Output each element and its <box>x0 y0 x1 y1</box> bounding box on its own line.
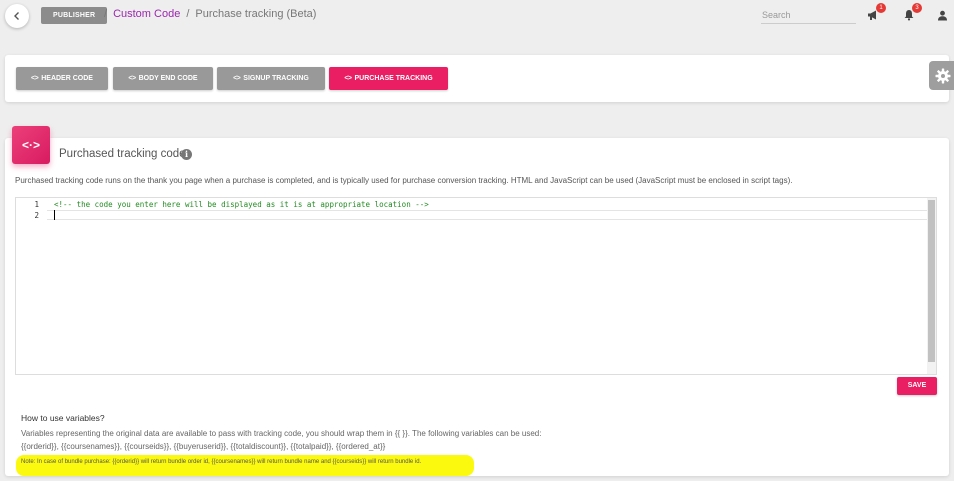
card-description: Purchased tracking code runs on the than… <box>15 176 793 185</box>
variables-list: {{orderid}}, {{coursenames}}, {{courseid… <box>21 442 386 451</box>
code-icon: <> <box>31 75 39 82</box>
tab-purchase-tracking[interactable]: <> PURCHASE TRACKING <box>329 67 448 90</box>
bundle-purchase-note: Note: In case of bundle purchase: {{orde… <box>16 455 474 476</box>
notification-badge: 1 <box>876 3 886 13</box>
tab-label: HEADER CODE <box>41 75 93 82</box>
code-line: <!-- the code you enter here will be dis… <box>54 200 429 209</box>
tab-label: PURCHASE TRACKING <box>354 75 433 82</box>
tab-header-code[interactable]: <> HEADER CODE <box>16 67 108 90</box>
line-number: 2 <box>34 211 39 220</box>
code-icon: <·> <box>12 126 50 164</box>
tab-label: BODY END CODE <box>138 75 198 82</box>
code-icon: <> <box>128 75 136 82</box>
active-line-highlight <box>47 210 927 220</box>
announcements-button[interactable]: 1 <box>866 3 886 22</box>
tab-label: SIGNUP TRACKING <box>243 75 309 82</box>
code-tabs-card: <> HEADER CODE <> BODY END CODE <> SIGNUP T… <box>5 55 949 102</box>
info-icon[interactable]: i <box>181 149 192 160</box>
variables-help-title: How to use variables? <box>21 413 105 423</box>
variables-help-text: Variables representing the original data… <box>21 429 542 438</box>
scrollbar-thumb[interactable] <box>928 200 935 362</box>
line-number-gutter: 1 2 <box>16 198 47 374</box>
notification-badge: 3 <box>912 3 922 13</box>
line-number: 1 <box>34 200 39 209</box>
code-icon: <> <box>344 75 352 82</box>
breadcrumb: / Custom Code / Purchase tracking (Beta) <box>104 8 316 20</box>
breadcrumb-current: Purchase tracking (Beta) <box>195 8 317 20</box>
breadcrumb-separator: / <box>104 8 108 20</box>
text-cursor <box>54 210 55 220</box>
card-title: Purchased tracking code <box>59 148 186 160</box>
user-menu-button[interactable] <box>935 8 949 22</box>
code-editor[interactable]: 1 2 <!-- the code you enter here will be… <box>15 197 937 375</box>
breadcrumb-link-custom-code[interactable]: Custom Code <box>113 8 180 20</box>
save-button[interactable]: SAVE <box>897 377 937 395</box>
code-icon: <> <box>233 75 241 82</box>
user-icon <box>937 10 947 20</box>
settings-button[interactable] <box>929 61 954 90</box>
gear-icon <box>935 68 951 83</box>
search-input[interactable]: Search <box>761 6 856 24</box>
back-button[interactable] <box>5 4 29 28</box>
breadcrumb-separator: / <box>186 8 190 20</box>
tab-body-end-code[interactable]: <> BODY END CODE <box>113 67 213 90</box>
notifications-button[interactable]: 3 <box>902 3 922 22</box>
tab-signup-tracking[interactable]: <> SIGNUP TRACKING <box>217 67 325 90</box>
top-bar: PUBLISHER / Custom Code / Purchase tracking… <box>0 0 954 32</box>
publisher-button[interactable]: PUBLISHER <box>41 7 108 24</box>
chevron-left-icon <box>14 12 19 20</box>
editor-scrollbar[interactable] <box>927 198 936 374</box>
